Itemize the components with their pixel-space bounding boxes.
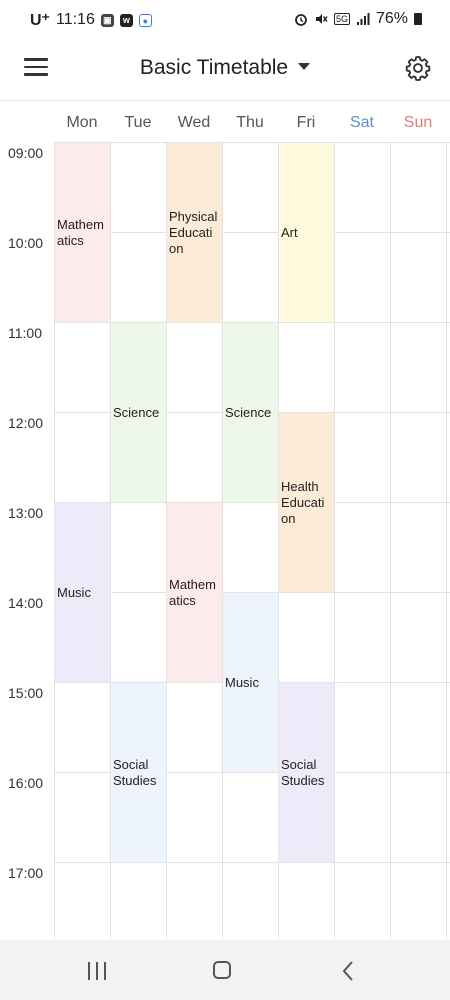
network-label: 5G bbox=[333, 13, 350, 25]
clock: 11:16 bbox=[56, 11, 95, 28]
class-name: Mathem atics bbox=[169, 577, 216, 609]
status-bar-right: 5G 76% bbox=[294, 10, 422, 28]
status-bar: U⁺ 11:16 ▣ w ● 5G 76% bbox=[0, 0, 450, 40]
class-name-line: Social bbox=[281, 756, 317, 772]
back-icon[interactable] bbox=[340, 960, 356, 982]
carrier-label: U⁺ bbox=[30, 12, 50, 29]
class-name: Music bbox=[225, 675, 259, 691]
class-name: Health Educati on bbox=[281, 479, 324, 527]
battery-label: 76% bbox=[375, 10, 408, 27]
class-block[interactable]: Physical Educati on bbox=[167, 143, 222, 322]
class-name-line: on bbox=[169, 240, 184, 256]
class-block[interactable]: Mathem atics bbox=[167, 503, 222, 682]
class-block[interactable]: Social Studies bbox=[279, 683, 334, 862]
gear-icon[interactable] bbox=[404, 54, 432, 82]
class-name-line: Science bbox=[113, 404, 160, 420]
class-name-line: atics bbox=[169, 592, 196, 608]
class-name-line: Educati bbox=[281, 494, 325, 510]
class-name: Physical Educati on bbox=[169, 209, 217, 257]
class-block[interactable]: Health Educati on bbox=[279, 413, 334, 592]
class-name-line: Art bbox=[281, 224, 298, 240]
mute-icon bbox=[315, 14, 328, 24]
class-name: Social Studies bbox=[281, 757, 324, 789]
time-label: 15:00 bbox=[8, 685, 44, 701]
day-gridline bbox=[222, 142, 223, 938]
class-name-line: Mathem bbox=[57, 216, 104, 232]
class-name: Science bbox=[225, 405, 271, 421]
class-name-line: Mathem bbox=[169, 576, 216, 592]
system-nav-bar bbox=[0, 940, 450, 1000]
class-name-line: on bbox=[281, 510, 296, 526]
battery-icon bbox=[414, 13, 422, 25]
class-block[interactable]: Science bbox=[111, 323, 166, 502]
day-header-fri: Fri bbox=[296, 114, 316, 131]
w-app-icon: w bbox=[119, 13, 133, 27]
day-header-mon: Mon bbox=[66, 114, 98, 131]
alarm-icon bbox=[295, 14, 307, 26]
class-name-line: Educati bbox=[169, 224, 213, 240]
time-label: 13:00 bbox=[8, 505, 44, 521]
time-label: 11:00 bbox=[8, 325, 42, 341]
day-header-thu: Thu bbox=[236, 114, 264, 131]
class-name: Art bbox=[281, 225, 298, 241]
home-icon[interactable] bbox=[213, 961, 231, 979]
time-label: 14:00 bbox=[8, 595, 44, 611]
class-block[interactable]: Mathem atics bbox=[55, 143, 110, 322]
class-name-line: Studies bbox=[281, 772, 325, 788]
class-name: Mathem atics bbox=[57, 217, 104, 249]
class-block[interactable]: Art bbox=[279, 143, 334, 322]
class-block[interactable]: Science bbox=[223, 323, 278, 502]
location-app-icon: ● bbox=[138, 13, 152, 27]
day-header-tue: Tue bbox=[124, 114, 152, 131]
class-name-line: Physical bbox=[169, 208, 218, 224]
time-label: 09:00 bbox=[8, 145, 44, 161]
gallery-icon: ▣ bbox=[100, 13, 114, 27]
class-block[interactable]: Social Studies bbox=[111, 683, 166, 862]
class-name: Science bbox=[113, 405, 159, 421]
class-block[interactable]: Music bbox=[223, 593, 278, 772]
recent-apps-icon[interactable] bbox=[88, 962, 108, 980]
class-name-line: Science bbox=[225, 404, 272, 420]
time-label: 10:00 bbox=[8, 235, 44, 251]
day-gridline bbox=[390, 142, 391, 938]
class-name-line: Music bbox=[225, 674, 259, 690]
day-header-wed: Wed bbox=[177, 114, 211, 131]
timetable-title-dropdown[interactable]: Basic Timetable bbox=[0, 56, 450, 80]
class-name-line: Social bbox=[113, 756, 149, 772]
day-header-sun: Sun bbox=[403, 114, 433, 131]
class-block[interactable]: Music bbox=[55, 503, 110, 682]
status-bar-left: U⁺ 11:16 ▣ w ● bbox=[30, 10, 152, 30]
day-gridline bbox=[446, 142, 447, 938]
app-bar: Basic Timetable bbox=[0, 40, 450, 101]
caret-down-icon bbox=[298, 62, 311, 70]
class-name: Social Studies bbox=[113, 757, 156, 789]
time-label: 12:00 bbox=[8, 415, 44, 431]
time-label: 16:00 bbox=[8, 775, 44, 791]
class-name-line: atics bbox=[57, 232, 84, 248]
day-header-sat: Sat bbox=[349, 114, 374, 131]
class-name-line: Health bbox=[281, 478, 319, 494]
time-label: 17:00 bbox=[8, 865, 44, 881]
class-name-line: Music bbox=[57, 584, 91, 600]
class-name: Music bbox=[57, 585, 91, 601]
page-title: Basic Timetable bbox=[139, 56, 289, 79]
day-gridline bbox=[334, 142, 335, 938]
signal-icon bbox=[356, 13, 370, 25]
timetable-grid: Mathem atics Physical Educati on Art Science Sc… bbox=[54, 142, 450, 938]
class-name-line: Studies bbox=[113, 772, 157, 788]
